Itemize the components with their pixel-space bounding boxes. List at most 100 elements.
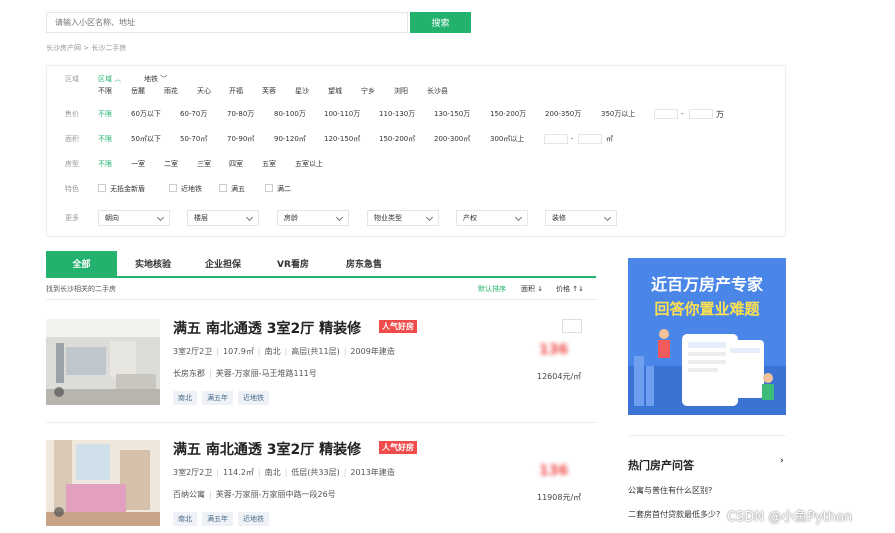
select-decoration[interactable]: 装修 xyxy=(545,210,617,226)
select-age[interactable]: 房龄 xyxy=(277,210,349,226)
area-option[interactable]: 岳麓 xyxy=(131,86,145,96)
listing-title[interactable]: 满五 南北通透 3室2厅 精装修 xyxy=(173,318,361,338)
breadcrumb[interactable]: 长沙房产网 > 长沙二手房 xyxy=(46,43,126,53)
select-property-type[interactable]: 物业类型 xyxy=(367,210,439,226)
size-option[interactable]: 50㎡以下 xyxy=(131,134,161,144)
price-max-input[interactable] xyxy=(689,109,713,119)
tab-guarantee[interactable]: 企业担保 xyxy=(188,251,258,276)
filter-panel: 区域 区域 ︿ 地铁 ﹀ 不限 岳麓 雨花 天心 开福 芙蓉 星沙 望城 宁乡 … xyxy=(46,65,786,237)
area-option[interactable]: 芙蓉 xyxy=(262,86,276,96)
price-option[interactable]: 150-200万 xyxy=(490,109,526,119)
price-option[interactable]: 200-350万 xyxy=(545,109,581,119)
tag-list: 南北 满五年 近地铁 xyxy=(173,512,274,526)
size-option[interactable]: 300㎡以上 xyxy=(490,134,524,144)
feature-checkbox[interactable]: 近地铁 xyxy=(169,184,202,194)
feature-checkbox[interactable]: 满五 xyxy=(219,184,245,194)
size-option[interactable]: 150-200㎡ xyxy=(379,134,415,144)
price-option[interactable]: 110-130万 xyxy=(379,109,415,119)
tag: 南北 xyxy=(173,391,197,405)
price-dash: - xyxy=(681,110,684,118)
area-option[interactable]: 星沙 xyxy=(295,86,309,96)
size-min-input[interactable] xyxy=(544,134,568,144)
price-option[interactable]: 60万以下 xyxy=(131,109,161,119)
area-option[interactable]: 长沙县 xyxy=(427,86,448,96)
price-option[interactable]: 不限 xyxy=(98,109,112,119)
layout-option[interactable]: 二室 xyxy=(164,159,178,169)
price-min-input[interactable] xyxy=(654,109,678,119)
size-option[interactable]: 50-70㎡ xyxy=(180,134,207,144)
price-option[interactable]: 350万以上 xyxy=(601,109,635,119)
sort-price[interactable]: 价格 ↑↓ xyxy=(556,284,584,294)
size-max-input[interactable] xyxy=(578,134,602,144)
area-tab-metro[interactable]: 地铁 ﹀ xyxy=(144,74,167,84)
listing-location: 长房东郡 | 芙蓉-万家丽-马王堆路111号 xyxy=(173,369,317,378)
checkbox-icon xyxy=(169,184,177,192)
price-option[interactable]: 60-70万 xyxy=(180,109,207,119)
listing-photo[interactable] xyxy=(46,319,160,405)
tag: 满五年 xyxy=(202,512,233,526)
layout-option[interactable]: 一室 xyxy=(131,159,145,169)
size-option[interactable]: 90-120㎡ xyxy=(274,134,306,144)
listing-photo[interactable] xyxy=(46,440,160,526)
area-option[interactable]: 浏阳 xyxy=(394,86,408,96)
price-option[interactable]: 70-80万 xyxy=(227,109,254,119)
tab-urgent[interactable]: 房东急售 xyxy=(328,251,400,276)
price-option[interactable]: 130-150万 xyxy=(434,109,470,119)
tab-all[interactable]: 全部 xyxy=(46,251,117,276)
layout-option[interactable]: 五室以上 xyxy=(295,159,323,169)
layout-option[interactable]: 不限 xyxy=(98,159,112,169)
size-unit: ㎡ xyxy=(606,135,613,143)
filter-label-price: 售价 xyxy=(65,110,79,118)
filter-label-feature: 特色 xyxy=(65,185,79,193)
unit-price: 11908元/㎡ xyxy=(537,493,582,502)
size-option[interactable]: 不限 xyxy=(98,134,112,144)
area-option[interactable]: 雨花 xyxy=(164,86,178,96)
price-option[interactable]: 80-100万 xyxy=(274,109,306,119)
qa-item[interactable]: 二套房首付贷款最低多少? xyxy=(628,509,720,520)
select-orientation[interactable]: 朝向 xyxy=(98,210,170,226)
area-tab-district[interactable]: 区域 ︿ xyxy=(98,74,121,84)
listing-title[interactable]: 满五 南北通透 3室2厅 精装修 xyxy=(173,439,361,459)
tag: 近地铁 xyxy=(238,512,269,526)
qa-item[interactable]: 公寓与普住有什么区别? xyxy=(628,485,712,496)
tab-verified[interactable]: 实地核验 xyxy=(118,251,188,276)
ad-headline: 近百万房产专家 xyxy=(650,275,763,294)
address: 芙蓉-万家丽-万家丽中路一段26号 xyxy=(215,490,336,499)
price-unit: 万 xyxy=(716,109,724,119)
area-option[interactable]: 不限 xyxy=(98,86,112,96)
layout-option[interactable]: 四室 xyxy=(229,159,243,169)
size-option[interactable]: 120-150㎡ xyxy=(324,134,360,144)
attr-floor: 高层(共11层) xyxy=(291,347,340,356)
unit-price: 12604元/㎡ xyxy=(537,372,582,381)
search-button[interactable]: 搜索 xyxy=(410,12,471,33)
feature-checkbox[interactable]: 无抵金新盾 xyxy=(98,184,145,194)
tab-vr[interactable]: VR看房 xyxy=(258,251,328,276)
attr-area: 107.9㎡ xyxy=(222,347,254,356)
sort-area[interactable]: 面积 ↓ xyxy=(521,284,543,294)
chevron-down-icon xyxy=(156,213,165,222)
tag: 南北 xyxy=(173,512,197,526)
checkbox-icon xyxy=(265,184,273,192)
community-link[interactable]: 长房东郡 xyxy=(173,369,205,378)
layout-option[interactable]: 三室 xyxy=(197,159,211,169)
feature-checkbox[interactable]: 满二 xyxy=(265,184,291,194)
select-ownership[interactable]: 产权 xyxy=(456,210,528,226)
size-option[interactable]: 70-90㎡ xyxy=(227,134,254,144)
area-option[interactable]: 开福 xyxy=(229,86,243,96)
ad-banner[interactable]: 近百万房产专家 回答你置业难题 xyxy=(628,258,786,415)
checkbox-icon xyxy=(219,184,227,192)
size-option[interactable]: 200-300㎡ xyxy=(434,134,470,144)
sort-default[interactable]: 默认排序 xyxy=(478,284,506,294)
price-option[interactable]: 100-110万 xyxy=(324,109,360,119)
area-option[interactable]: 宁乡 xyxy=(361,86,375,96)
total-price: 136 xyxy=(539,463,569,479)
watermark: CSDN @小鱼Python xyxy=(727,510,853,525)
select-floor[interactable]: 楼层 xyxy=(187,210,259,226)
area-option[interactable]: 望城 xyxy=(328,86,342,96)
area-option[interactable]: 天心 xyxy=(197,86,211,96)
search-input[interactable] xyxy=(47,13,407,32)
chevron-right-icon[interactable]: › xyxy=(780,456,784,466)
favorite-icon[interactable] xyxy=(562,319,582,333)
layout-option[interactable]: 五室 xyxy=(262,159,276,169)
community-link[interactable]: 百纳公寓 xyxy=(173,490,205,499)
